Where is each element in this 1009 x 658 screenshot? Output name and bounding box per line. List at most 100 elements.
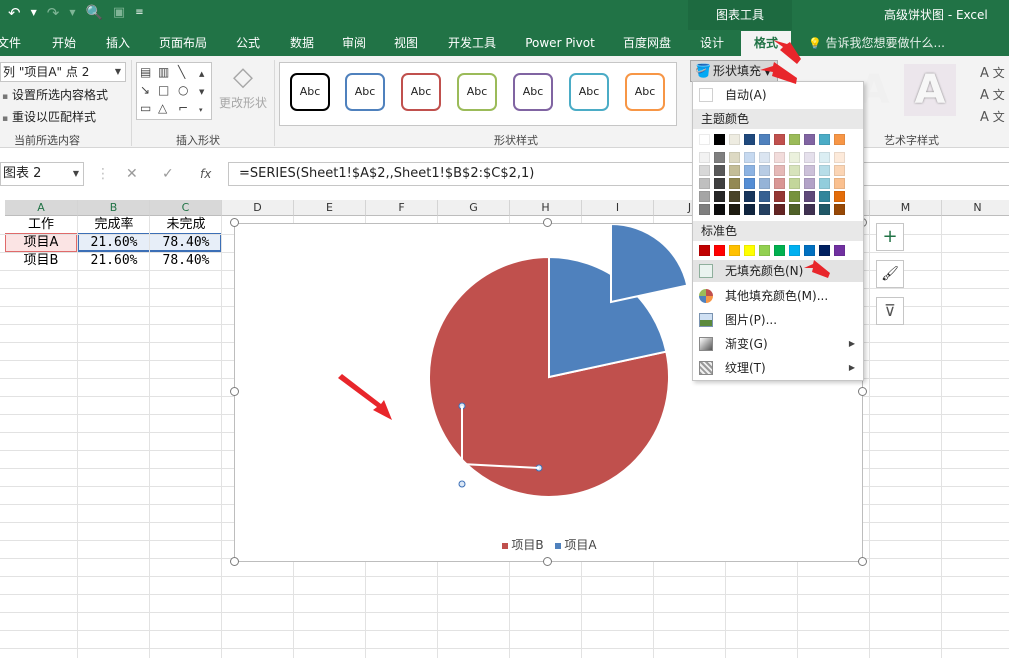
cell-b3[interactable]: 21.60% xyxy=(78,252,150,270)
cell-b1[interactable]: 完成率 xyxy=(78,216,150,234)
theme-shade-swatch[interactable] xyxy=(789,165,800,176)
formula-input[interactable]: =SERIES(Sheet1!$A$2,,Sheet1!$B$2:$C$2,1) xyxy=(228,162,1009,186)
legend-entry-b[interactable]: 项目B xyxy=(502,536,544,553)
gradient-fill-option[interactable]: 渐变(G) ▶ xyxy=(693,333,863,355)
theme-shade-swatch[interactable] xyxy=(834,165,845,176)
cell-a1[interactable]: 工作 xyxy=(5,216,77,234)
text-fill-button[interactable]: A 文 xyxy=(980,64,1005,81)
column-header-h[interactable]: H xyxy=(510,200,582,216)
theme-shade-swatch[interactable] xyxy=(789,204,800,215)
theme-shade-swatch[interactable] xyxy=(714,178,725,189)
name-box[interactable]: 图表 2 ▼ xyxy=(0,162,84,186)
theme-shade-swatch[interactable] xyxy=(834,191,845,202)
edit-shape-button[interactable]: ◇ 更改形状 xyxy=(216,60,270,120)
tab-file[interactable]: 文件 xyxy=(0,31,22,56)
tab-formulas[interactable]: 公式 xyxy=(228,31,268,56)
format-selection-button[interactable]: ▪ 设置所选内容格式 xyxy=(2,86,108,106)
shape-style-2[interactable]: Abc xyxy=(345,73,385,111)
rounded-rect-shape-icon[interactable]: ▭ xyxy=(140,101,151,115)
shape-fill-button[interactable]: 🪣 形状填充 ▼ xyxy=(690,60,778,82)
tab-developer[interactable]: 开发工具 xyxy=(440,31,504,56)
column-header-d[interactable]: D xyxy=(222,200,294,216)
more-fill-colors-option[interactable]: 其他填充颜色(M)... xyxy=(693,285,863,307)
shape-style-5[interactable]: Abc xyxy=(513,73,553,111)
theme-color-swatch[interactable] xyxy=(789,134,800,145)
redo-dropdown-icon[interactable]: ▼ xyxy=(69,3,75,23)
oval-shape-icon[interactable]: ○ xyxy=(178,83,188,97)
triangle-shape-icon[interactable]: △ xyxy=(158,101,167,115)
gallery-down-icon[interactable]: ▼ xyxy=(199,85,204,99)
line-shape-icon[interactable]: ╲ xyxy=(178,65,185,79)
theme-color-swatch[interactable] xyxy=(699,134,710,145)
text-outline-button[interactable]: A 文 xyxy=(980,86,1005,103)
theme-shade-swatch[interactable] xyxy=(759,165,770,176)
theme-shade-swatch[interactable] xyxy=(759,178,770,189)
theme-shade-swatch[interactable] xyxy=(774,204,785,215)
column-header-m[interactable]: M xyxy=(870,200,942,216)
theme-shade-swatch[interactable] xyxy=(729,165,740,176)
gallery-more-icon[interactable]: ▾ xyxy=(199,103,203,117)
theme-shade-swatch[interactable] xyxy=(744,152,755,163)
theme-color-swatch[interactable] xyxy=(744,134,755,145)
cancel-icon[interactable]: ✕ xyxy=(126,162,138,186)
theme-shade-swatch[interactable] xyxy=(759,191,770,202)
connector-shape-icon[interactable]: ⌐ xyxy=(178,101,188,115)
shape-style-6[interactable]: Abc xyxy=(569,73,609,111)
theme-color-swatch[interactable] xyxy=(759,134,770,145)
cell-a3[interactable]: 项目B xyxy=(5,252,77,270)
standard-color-swatch[interactable] xyxy=(714,245,725,256)
picture-fill-option[interactable]: 图片(P)... xyxy=(693,309,863,331)
standard-color-swatch[interactable] xyxy=(744,245,755,256)
wordart-style-2[interactable]: A xyxy=(904,64,956,116)
standard-color-swatch[interactable] xyxy=(699,245,710,256)
tab-page-layout[interactable]: 页面布局 xyxy=(152,31,214,56)
tab-view[interactable]: 视图 xyxy=(386,31,426,56)
chart-legend[interactable]: 项目B 项目A xyxy=(235,536,864,553)
legend-entry-a[interactable]: 项目A xyxy=(555,536,597,553)
theme-shade-swatch[interactable] xyxy=(744,204,755,215)
cell-c1[interactable]: 未完成 xyxy=(150,216,222,234)
resize-handle-sw[interactable] xyxy=(230,557,239,566)
standard-color-swatch[interactable] xyxy=(729,245,740,256)
cell-a2[interactable]: 项目A xyxy=(5,234,77,252)
theme-shade-swatch[interactable] xyxy=(774,152,785,163)
theme-shade-swatch[interactable] xyxy=(774,191,785,202)
column-header-g[interactable]: G xyxy=(438,200,510,216)
chart-filters-button[interactable]: ⊽ xyxy=(876,297,904,325)
standard-color-swatch[interactable] xyxy=(819,245,830,256)
tab-power-pivot[interactable]: Power Pivot xyxy=(518,31,602,56)
resize-handle-n[interactable] xyxy=(543,218,552,227)
tab-format[interactable]: 格式 xyxy=(741,31,791,56)
resize-handle-se[interactable] xyxy=(858,557,867,566)
theme-shade-swatch[interactable] xyxy=(834,204,845,215)
resize-handle-e[interactable] xyxy=(858,387,867,396)
customize-qat-icon[interactable]: ≡ xyxy=(135,3,143,23)
column-header-a[interactable]: A xyxy=(5,200,78,216)
standard-color-swatch[interactable] xyxy=(759,245,770,256)
theme-shade-swatch[interactable] xyxy=(789,191,800,202)
shape-style-1[interactable]: Abc xyxy=(290,73,330,111)
resize-handle-nw[interactable] xyxy=(230,218,239,227)
theme-shade-swatch[interactable] xyxy=(699,191,710,202)
theme-shade-swatch[interactable] xyxy=(699,204,710,215)
shape-style-3[interactable]: Abc xyxy=(401,73,441,111)
theme-shade-swatch[interactable] xyxy=(714,152,725,163)
resize-handle-s[interactable] xyxy=(543,557,552,566)
column-header-b[interactable]: B xyxy=(78,200,150,216)
cell-c2[interactable]: 78.40% xyxy=(150,234,222,252)
theme-shade-swatch[interactable] xyxy=(759,152,770,163)
theme-color-swatch[interactable] xyxy=(834,134,845,145)
theme-shade-swatch[interactable] xyxy=(774,178,785,189)
theme-shade-swatch[interactable] xyxy=(744,178,755,189)
theme-shade-swatch[interactable] xyxy=(804,204,815,215)
theme-color-swatch[interactable] xyxy=(729,134,740,145)
textbox-shape-icon[interactable]: ▤ xyxy=(140,65,151,79)
theme-shade-swatch[interactable] xyxy=(819,204,830,215)
tab-baidu-netdisk[interactable]: 百度网盘 xyxy=(614,31,680,56)
theme-shade-swatch[interactable] xyxy=(804,165,815,176)
shape-styles-gallery[interactable]: Abc Abc Abc Abc Abc Abc Abc xyxy=(279,62,677,126)
theme-color-swatch[interactable] xyxy=(819,134,830,145)
theme-shade-swatch[interactable] xyxy=(789,178,800,189)
tab-data[interactable]: 数据 xyxy=(282,31,322,56)
column-header-c[interactable]: C xyxy=(150,200,222,216)
